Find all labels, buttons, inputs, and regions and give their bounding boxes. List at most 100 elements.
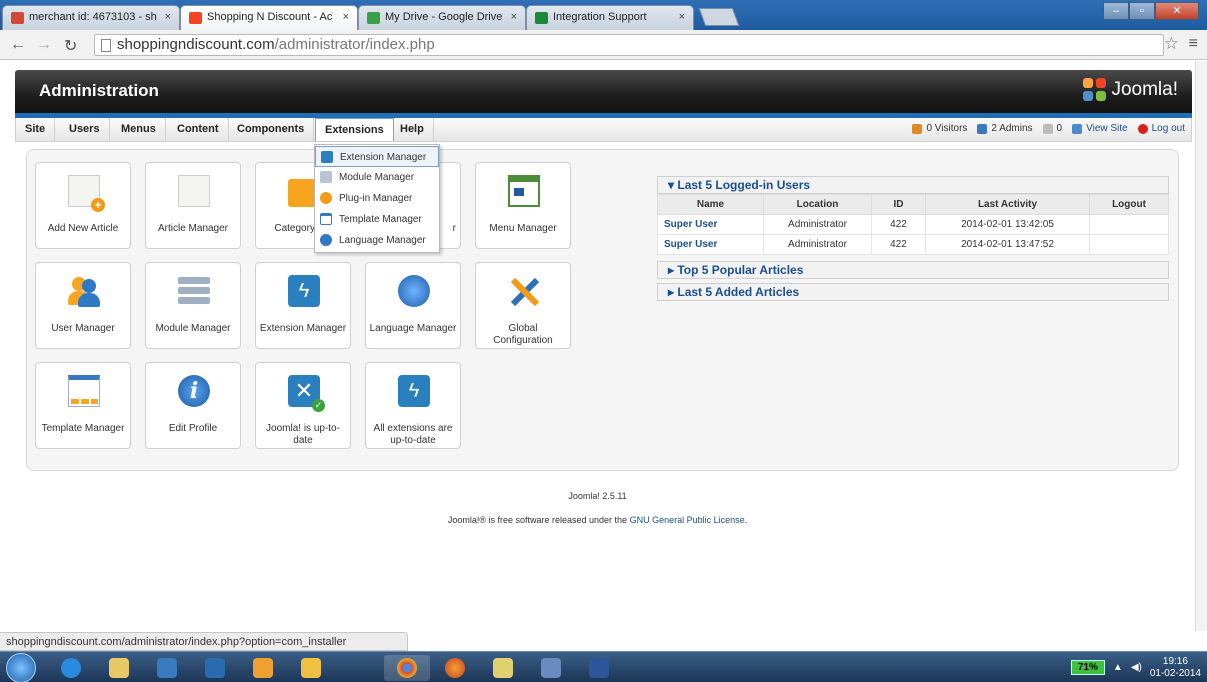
module-icon <box>178 275 210 307</box>
menu-components[interactable]: Components <box>228 118 315 141</box>
clock[interactable]: 19:16 01-02-2014 <box>1150 656 1201 680</box>
gpl-license-link[interactable]: GNU General Public License <box>630 515 745 525</box>
dropdown-language-manager[interactable]: Language Manager <box>315 230 439 251</box>
start-button[interactable] <box>6 653 36 682</box>
dropdown-extension-manager[interactable]: Extension Manager <box>315 146 439 167</box>
bookmark-star-icon[interactable]: ☆ <box>1164 34 1179 54</box>
user-name-link[interactable]: Super User <box>657 214 764 235</box>
menu-menus[interactable]: Menus <box>112 118 166 141</box>
dropdown-module-manager[interactable]: Module Manager <box>315 167 439 188</box>
column-logout: Logout <box>1089 194 1169 215</box>
browser-menu-icon[interactable]: ≡ <box>1189 35 1198 53</box>
taskbar-chrome[interactable] <box>384 655 430 681</box>
plugin-icon <box>320 192 332 204</box>
app-icon <box>157 658 177 678</box>
clock-time: 19:16 <box>1162 655 1188 667</box>
dropdown-item-label: Template Manager <box>339 214 422 225</box>
close-icon[interactable]: × <box>343 11 349 23</box>
taskbar-app-3[interactable] <box>144 655 190 681</box>
taskbar-app-10[interactable] <box>480 655 526 681</box>
quickicon-global-configuration[interactable]: Global Configuration <box>475 262 571 349</box>
dropdown-plugin-manager[interactable]: Plug-in Manager <box>315 188 439 209</box>
page-icon <box>101 39 111 52</box>
network-icon[interactable]: ▲ <box>1113 662 1123 673</box>
quickicon-extension-manager[interactable]: ϟ Extension Manager <box>255 262 351 349</box>
extension-update-icon: ϟ <box>398 375 430 407</box>
app-icon <box>541 658 561 678</box>
template-icon <box>320 213 332 225</box>
quickicon-article-manager[interactable]: Article Manager <box>145 162 241 249</box>
module-icon <box>320 171 332 183</box>
battery-indicator[interactable]: 71% <box>1070 660 1105 675</box>
module-popular-articles-header[interactable]: ▸ Top 5 Popular Articles <box>657 261 1169 279</box>
taskbar-firefox[interactable] <box>432 655 478 681</box>
user-name-link[interactable]: Super User <box>657 234 764 255</box>
menu-users[interactable]: Users <box>60 118 110 141</box>
visitors-count: 0 Visitors <box>926 123 968 134</box>
quickicon-add-new-article[interactable]: + Add New Article <box>35 162 131 249</box>
module-added-articles-header[interactable]: ▸ Last 5 Added Articles <box>657 283 1169 301</box>
view-site-link[interactable]: View Site <box>1072 123 1128 134</box>
new-tab-button[interactable] <box>698 8 740 26</box>
quickicon-module-manager[interactable]: Module Manager <box>145 262 241 349</box>
tools-icon <box>508 275 540 307</box>
license-text: Joomla!® is free software released under… <box>447 515 630 525</box>
close-icon[interactable]: × <box>679 11 685 23</box>
extensions-dropdown: Extension Manager Module Manager Plug-in… <box>314 144 440 253</box>
logout-link[interactable]: Log out <box>1137 123 1185 134</box>
messages-status[interactable]: 0 <box>1042 123 1062 134</box>
quickicon-label: Article Manager <box>157 223 229 234</box>
ie-icon <box>61 658 81 678</box>
maximize-button[interactable]: ▫ <box>1129 2 1155 20</box>
taskbar-app-6[interactable] <box>288 655 334 681</box>
menu-extensions[interactable]: Extensions <box>315 118 394 141</box>
quickicon-menu-manager[interactable]: Menu Manager <box>475 162 571 249</box>
tab-integration-support[interactable]: Integration Support × <box>526 5 694 30</box>
quickicon-language-manager[interactable]: Language Manager <box>365 262 461 349</box>
quickicon-user-manager[interactable]: User Manager <box>35 262 131 349</box>
joomla-update-icon: ✕ ✓ <box>288 375 325 412</box>
admin-menu-bar: Site Users Menus Content Components Exte… <box>15 118 1192 142</box>
tab-google-drive[interactable]: My Drive - Google Drive × <box>358 5 526 30</box>
back-icon[interactable]: ← <box>10 36 26 54</box>
extension-icon: ϟ <box>288 275 320 307</box>
reload-icon[interactable]: ↻ <box>64 36 77 56</box>
taskbar-explorer[interactable] <box>96 655 142 681</box>
menu-site[interactable]: Site <box>16 118 56 141</box>
globe-icon <box>320 234 332 246</box>
tab-merchant[interactable]: merchant id: 4673103 - sh × <box>2 5 180 30</box>
column-location: Location <box>763 194 872 215</box>
page-scrollbar[interactable] <box>1195 61 1207 631</box>
app-icon <box>301 658 321 678</box>
template-icon <box>68 375 100 407</box>
taskbar-app-5[interactable] <box>240 655 286 681</box>
taskbar-word[interactable] <box>576 655 622 681</box>
admins-count: 2 Admins <box>991 123 1033 134</box>
dropdown-item-label: Extension Manager <box>340 152 427 163</box>
taskbar-ie[interactable] <box>48 655 94 681</box>
article-icon <box>178 175 210 207</box>
visitors-icon <box>912 123 923 134</box>
close-icon[interactable]: × <box>165 11 171 23</box>
close-icon[interactable]: × <box>511 11 517 23</box>
tab-shopping-n-discount[interactable]: Shopping N Discount - Ac × <box>180 5 358 31</box>
quickicon-joomla-up-to-date[interactable]: ✕ ✓ Joomla! is up-to-date <box>255 362 351 449</box>
info-icon: i <box>178 375 210 407</box>
url-input[interactable]: shoppingndiscount.com/administrator/inde… <box>94 34 1164 56</box>
forward-icon[interactable]: → <box>36 36 52 54</box>
module-logged-in-users-header[interactable]: ▾ Last 5 Logged-in Users <box>657 176 1169 194</box>
menu-help[interactable]: Help <box>391 118 434 141</box>
logged-in-users-table: Name Location ID Last Activity Logout Su… <box>657 194 1169 255</box>
taskbar-media[interactable] <box>192 655 238 681</box>
dropdown-item-label: Module Manager <box>339 172 415 183</box>
view-site-label: View Site <box>1086 123 1128 134</box>
close-window-button[interactable]: ✕ <box>1155 2 1199 20</box>
volume-icon[interactable]: ◀) <box>1131 662 1142 673</box>
quickicon-edit-profile[interactable]: i Edit Profile <box>145 362 241 449</box>
minimize-button[interactable]: – <box>1103 2 1129 20</box>
dropdown-template-manager[interactable]: Template Manager <box>315 209 439 230</box>
quickicon-template-manager[interactable]: Template Manager <box>35 362 131 449</box>
quickicon-extensions-up-to-date[interactable]: ϟ All extensions are up-to-date <box>365 362 461 449</box>
taskbar-app-11[interactable] <box>528 655 574 681</box>
menu-content[interactable]: Content <box>168 118 229 141</box>
